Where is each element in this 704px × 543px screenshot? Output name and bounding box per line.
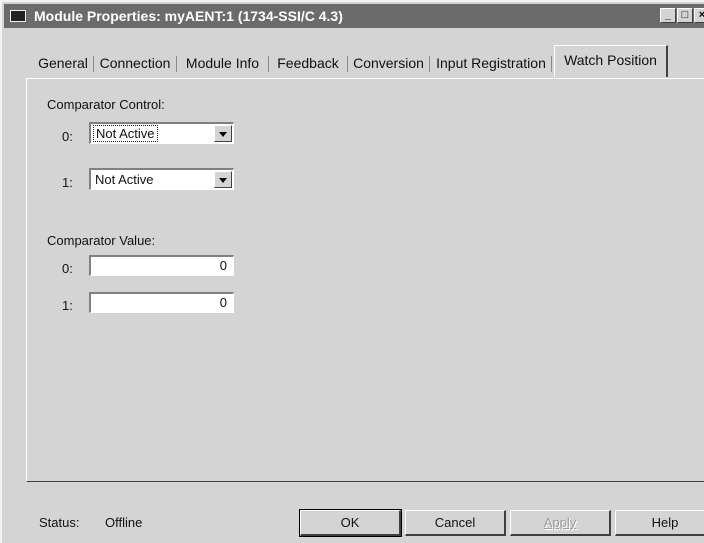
minimize-button[interactable]: _ bbox=[660, 8, 676, 23]
window-icon bbox=[10, 10, 26, 22]
tab-separator bbox=[268, 56, 269, 72]
status-value: Offline bbox=[105, 515, 143, 530]
window-title: Module Properties: myAENT:1 (1734-SSI/C … bbox=[34, 8, 343, 24]
comparator-value-0-label: 0: bbox=[62, 261, 73, 276]
comparator-value-label: Comparator Value: bbox=[47, 233, 156, 248]
tab-separator bbox=[551, 56, 552, 72]
tab-connection[interactable]: Connection bbox=[97, 50, 173, 77]
tab-conversion[interactable]: Conversion bbox=[351, 50, 426, 77]
comparator-control-label: Comparator Control: bbox=[47, 97, 165, 112]
status-label: Status: bbox=[39, 515, 80, 530]
close-button[interactable]: × bbox=[694, 8, 704, 23]
module-properties-window: Module Properties: myAENT:1 (1734-SSI/C … bbox=[0, 0, 704, 543]
tab-separator bbox=[347, 56, 348, 72]
apply-button[interactable]: Apply bbox=[510, 510, 611, 536]
tab-input-registration[interactable]: Input Registration bbox=[433, 50, 549, 77]
tab-separator bbox=[93, 56, 94, 72]
comparator-control-1-select[interactable]: Not Active bbox=[89, 168, 234, 190]
help-button[interactable]: Help bbox=[615, 510, 704, 536]
tab-separator bbox=[176, 56, 177, 72]
comparator-control-0-select[interactable]: Not Active bbox=[89, 122, 234, 144]
comparator-value-1-label: 1: bbox=[62, 298, 73, 313]
comparator-control-0-value: Not Active bbox=[93, 125, 158, 142]
maximize-button[interactable]: □ bbox=[677, 8, 693, 23]
ok-button[interactable]: OK bbox=[299, 509, 402, 537]
comparator-control-1-value: Not Active bbox=[95, 172, 154, 187]
tab-separator bbox=[429, 56, 430, 72]
chevron-down-icon[interactable] bbox=[214, 125, 232, 142]
tab-general[interactable]: General bbox=[35, 50, 91, 77]
title-bar[interactable]: Module Properties: myAENT:1 (1734-SSI/C … bbox=[4, 4, 704, 28]
chevron-down-icon[interactable] bbox=[214, 171, 232, 188]
tab-module-info[interactable]: Module Info bbox=[180, 50, 265, 77]
comparator-control-1-label: 1: bbox=[62, 175, 73, 190]
comparator-value-1-input[interactable]: 0 bbox=[89, 292, 234, 313]
comparator-control-0-label: 0: bbox=[62, 129, 73, 144]
tab-feedback[interactable]: Feedback bbox=[272, 50, 344, 77]
cancel-button[interactable]: Cancel bbox=[405, 510, 506, 536]
comparator-value-0-input[interactable]: 0 bbox=[89, 255, 234, 276]
tab-watch-position[interactable]: Watch Position bbox=[554, 45, 668, 77]
